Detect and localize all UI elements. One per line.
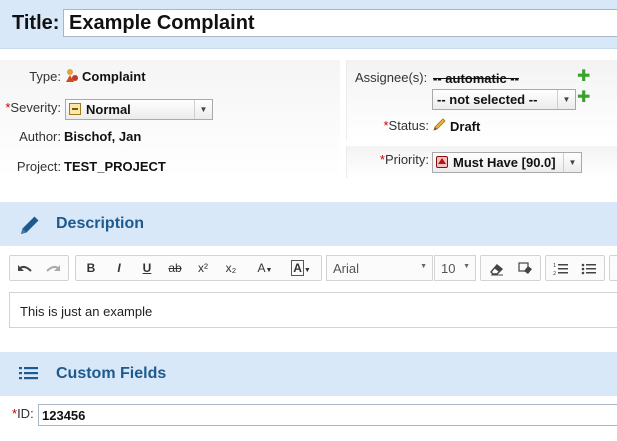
assignee-select-value: -- not selected -- bbox=[437, 92, 538, 107]
list-icon bbox=[18, 365, 40, 386]
chevron-down-icon: ▼ bbox=[557, 90, 575, 109]
font-size-value: 10 bbox=[441, 261, 456, 276]
complaint-icon bbox=[65, 68, 79, 87]
remove-format-icon[interactable] bbox=[512, 256, 539, 280]
normal-severity-icon bbox=[69, 103, 81, 115]
priority-select-value: Must Have [90.0] bbox=[453, 155, 556, 170]
format-group: B I U ab x² x₂ A▼ A ▼ bbox=[75, 255, 322, 281]
priority-label: *Priority: bbox=[347, 152, 429, 167]
font-size-select[interactable]: 10 ▼ bbox=[434, 255, 476, 281]
type-label: Type: bbox=[29, 69, 61, 84]
svg-text:1: 1 bbox=[553, 263, 556, 269]
title-input[interactable]: Example Complaint bbox=[63, 9, 617, 37]
bold-button[interactable]: B bbox=[78, 256, 104, 280]
id-label-text: ID: bbox=[17, 406, 34, 421]
author-value: Bischof, Jan bbox=[64, 129, 142, 144]
severity-select[interactable]: Normal ▼ bbox=[65, 99, 213, 120]
add-icon[interactable]: ✚ bbox=[577, 90, 590, 106]
project-value: TEST_PROJECT bbox=[64, 159, 166, 174]
title-label: Title: bbox=[12, 12, 60, 34]
subscript-button[interactable]: x₂ bbox=[218, 256, 244, 280]
italic-button[interactable]: I bbox=[106, 256, 132, 280]
title-bar: Title: Example Complaint bbox=[0, 0, 617, 49]
status-value: Draft bbox=[450, 119, 481, 134]
undo-icon[interactable] bbox=[12, 256, 38, 280]
underline-button[interactable]: U bbox=[134, 256, 160, 280]
chevron-down-icon: ▼ bbox=[420, 263, 427, 270]
severity-label-text: Severity: bbox=[10, 100, 61, 115]
severity-label: *Severity: bbox=[0, 100, 61, 115]
highlight-color-button[interactable]: A ▼ bbox=[284, 256, 318, 280]
priority-select[interactable]: Must Have [90.0] ▼ bbox=[432, 152, 582, 173]
eraser-icon[interactable] bbox=[483, 256, 510, 280]
custom-fields-header[interactable]: Custom Fields bbox=[0, 352, 617, 396]
assignee-label: Assignee(s): bbox=[355, 70, 428, 85]
strikethrough-button[interactable]: ab bbox=[162, 256, 188, 280]
description-editor[interactable]: This is just an example bbox=[9, 292, 617, 328]
project-label: Project: bbox=[16, 159, 61, 174]
numbered-list-icon[interactable]: 12 bbox=[548, 256, 574, 280]
history-group bbox=[9, 255, 69, 281]
redo-icon[interactable] bbox=[40, 256, 66, 280]
chevron-down-icon: ▼ bbox=[563, 153, 581, 172]
properties-right-panel: Assignee(s): -- automatic -- ✚ -- not se… bbox=[346, 60, 617, 140]
text-color-button[interactable]: A▼ bbox=[248, 256, 282, 280]
id-label: *ID: bbox=[12, 406, 34, 421]
chevron-down-icon: ▼ bbox=[194, 100, 212, 119]
severity-select-value: Normal bbox=[86, 102, 131, 117]
custom-fields-title: Custom Fields bbox=[56, 365, 167, 382]
properties-panel: Type: Complaint *Severity: Normal ▼ Auth… bbox=[0, 60, 617, 178]
assignee-select[interactable]: -- not selected -- ▼ bbox=[432, 89, 576, 110]
font-family-select[interactable]: Arial ▼ bbox=[326, 255, 433, 281]
clear-format-group bbox=[480, 255, 541, 281]
author-label: Author: bbox=[19, 129, 61, 144]
id-input[interactable]: 123456 bbox=[38, 404, 617, 426]
add-icon[interactable]: ✚ bbox=[577, 69, 590, 85]
description-title: Description bbox=[56, 215, 145, 232]
priority-up-icon bbox=[436, 156, 448, 168]
type-value: Complaint bbox=[82, 69, 146, 84]
properties-left-panel: Type: Complaint *Severity: Normal ▼ Auth… bbox=[0, 60, 340, 178]
priority-label-text: Priority: bbox=[384, 152, 429, 167]
status-label: *Status: bbox=[347, 118, 429, 133]
description-content[interactable]: This is just an example bbox=[20, 304, 152, 319]
assignee-automatic: -- automatic -- bbox=[433, 71, 519, 86]
more-tools-group[interactable] bbox=[609, 255, 617, 281]
bullet-list-icon[interactable] bbox=[576, 256, 602, 280]
editor-toolbar: B I U ab x² x₂ A▼ A ▼ Arial ▼ 10 ▼ 12 bbox=[0, 252, 617, 286]
chevron-down-icon: ▼ bbox=[463, 263, 470, 270]
list-group: 12 bbox=[545, 255, 605, 281]
description-header[interactable]: Description bbox=[0, 202, 617, 246]
font-family-value: Arial bbox=[333, 261, 360, 276]
superscript-button[interactable]: x² bbox=[190, 256, 216, 280]
pencil-icon bbox=[18, 213, 42, 240]
svg-text:2: 2 bbox=[553, 271, 556, 276]
priority-panel: *Priority: Must Have [90.0] ▼ bbox=[346, 146, 617, 178]
pencil-icon bbox=[432, 117, 447, 135]
status-label-text: Status: bbox=[388, 118, 429, 133]
